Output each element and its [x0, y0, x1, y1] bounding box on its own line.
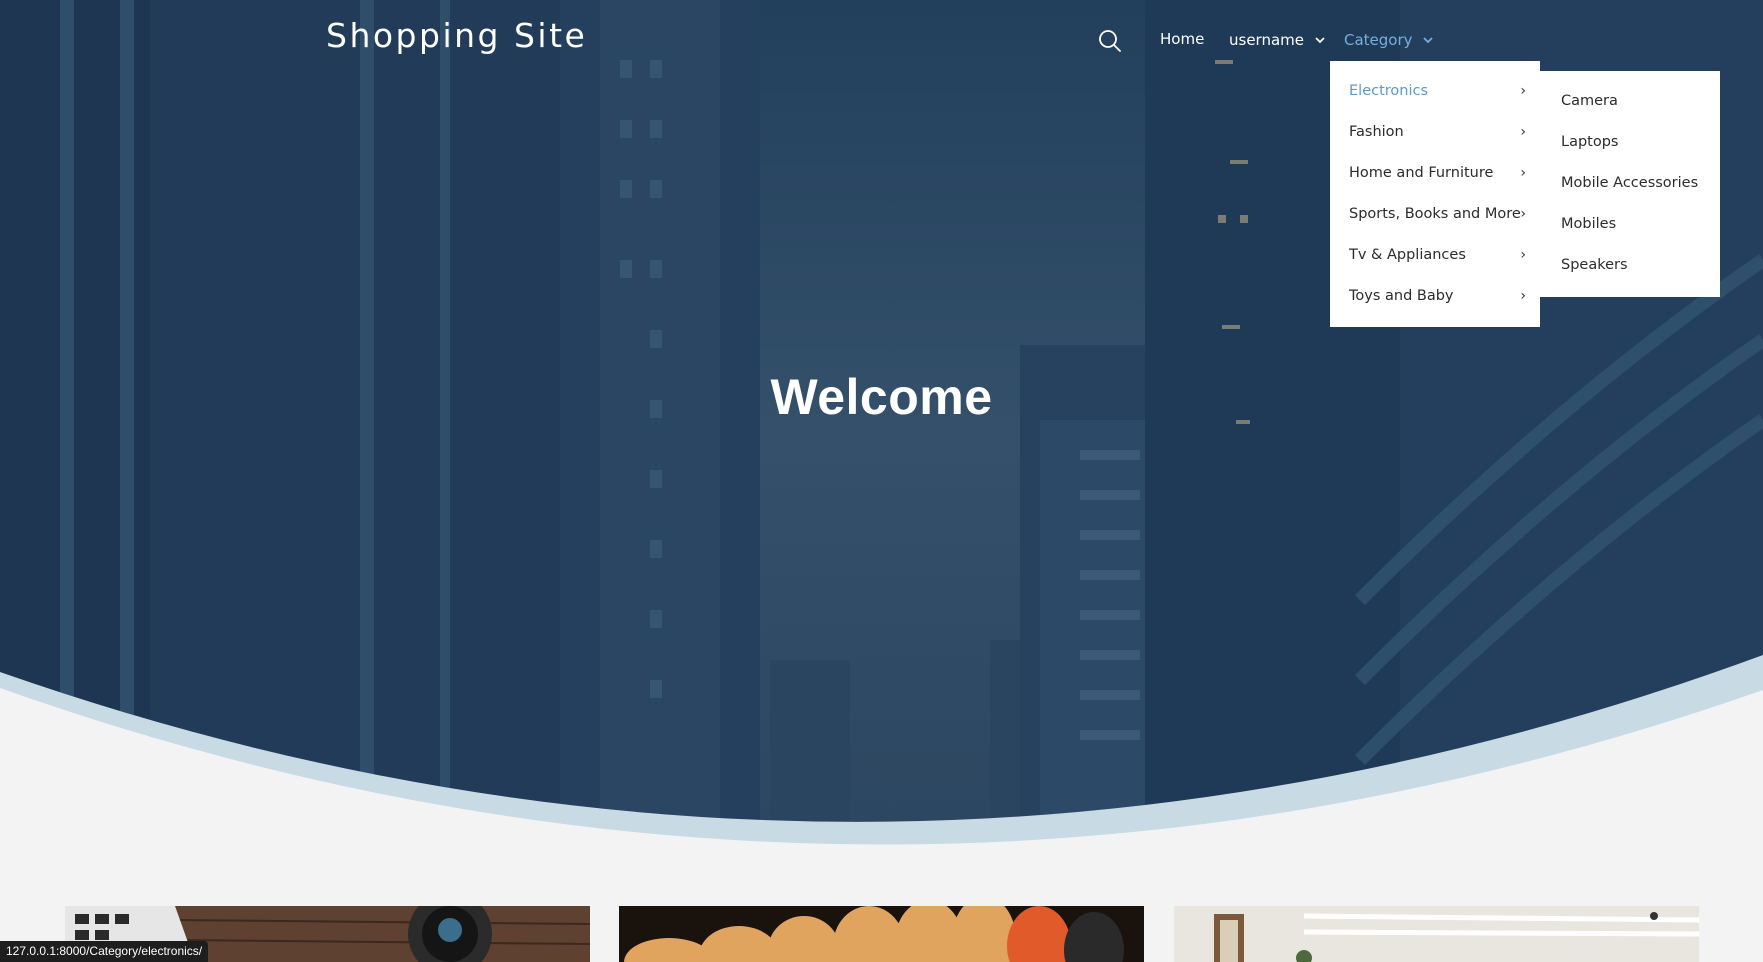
submenu-item-speakers[interactable]: Speakers: [1540, 245, 1720, 286]
menu-item-home-and-furniture[interactable]: Home and Furniture ›: [1330, 153, 1540, 194]
menu-item-sports-books[interactable]: Sports, Books and More ›: [1330, 194, 1540, 235]
chevron-right-icon: ›: [1520, 206, 1526, 222]
menu-item-electronics[interactable]: Electronics ›: [1330, 71, 1540, 112]
menu-item-toys-baby[interactable]: Toys and Baby ›: [1330, 276, 1540, 317]
category-dropdown-menu: Electronics › Fashion › Home and Furnitu…: [1330, 61, 1540, 327]
fashion-card-image: [619, 906, 1144, 962]
chevron-right-icon: ›: [1520, 247, 1526, 263]
chevron-right-icon: ›: [1520, 124, 1526, 140]
menu-item-label: Home and Furniture: [1349, 165, 1494, 181]
browser-status-bar: 127.0.0.1:8000/Category/electronics/: [0, 941, 209, 962]
menu-item-label: Fashion: [1349, 124, 1404, 140]
chevron-down-icon: [1315, 30, 1325, 48]
chevron-down-icon: [1423, 30, 1433, 48]
home-furniture-card-image: [1174, 906, 1699, 962]
chevron-right-icon: ›: [1520, 288, 1526, 304]
nav-category-label: Category: [1344, 31, 1413, 49]
category-card-fashion[interactable]: [619, 906, 1144, 962]
menu-item-label: Toys and Baby: [1349, 288, 1454, 304]
electronics-submenu: Camera Laptops Mobile Accessories Mobile…: [1540, 71, 1720, 297]
category-cards: [0, 906, 1763, 962]
submenu-item-laptops[interactable]: Laptops: [1540, 122, 1720, 163]
nav-home-link[interactable]: Home: [1160, 30, 1204, 48]
site-logo[interactable]: Shopping Site: [326, 16, 587, 55]
menu-item-label: Sports, Books and More: [1349, 206, 1521, 222]
search-icon[interactable]: [1098, 29, 1122, 53]
menu-item-fashion[interactable]: Fashion ›: [1330, 112, 1540, 153]
category-card-home-furniture[interactable]: [1174, 906, 1699, 962]
nav-category-dropdown[interactable]: Category: [1344, 30, 1433, 49]
submenu-item-camera[interactable]: Camera: [1540, 81, 1720, 122]
menu-item-label: Electronics: [1349, 83, 1429, 99]
chevron-right-icon: ›: [1520, 165, 1526, 181]
nav-username-label: username: [1229, 31, 1304, 49]
submenu-item-mobile-accessories[interactable]: Mobile Accessories: [1540, 163, 1720, 204]
hero-title: Welcome: [770, 369, 993, 425]
nav-user-dropdown[interactable]: username: [1229, 30, 1325, 49]
menu-item-label: Tv & Appliances: [1349, 247, 1466, 263]
menu-item-tv-appliances[interactable]: Tv & Appliances ›: [1330, 235, 1540, 276]
submenu-item-mobiles[interactable]: Mobiles: [1540, 204, 1720, 245]
chevron-right-icon: ›: [1520, 83, 1526, 99]
